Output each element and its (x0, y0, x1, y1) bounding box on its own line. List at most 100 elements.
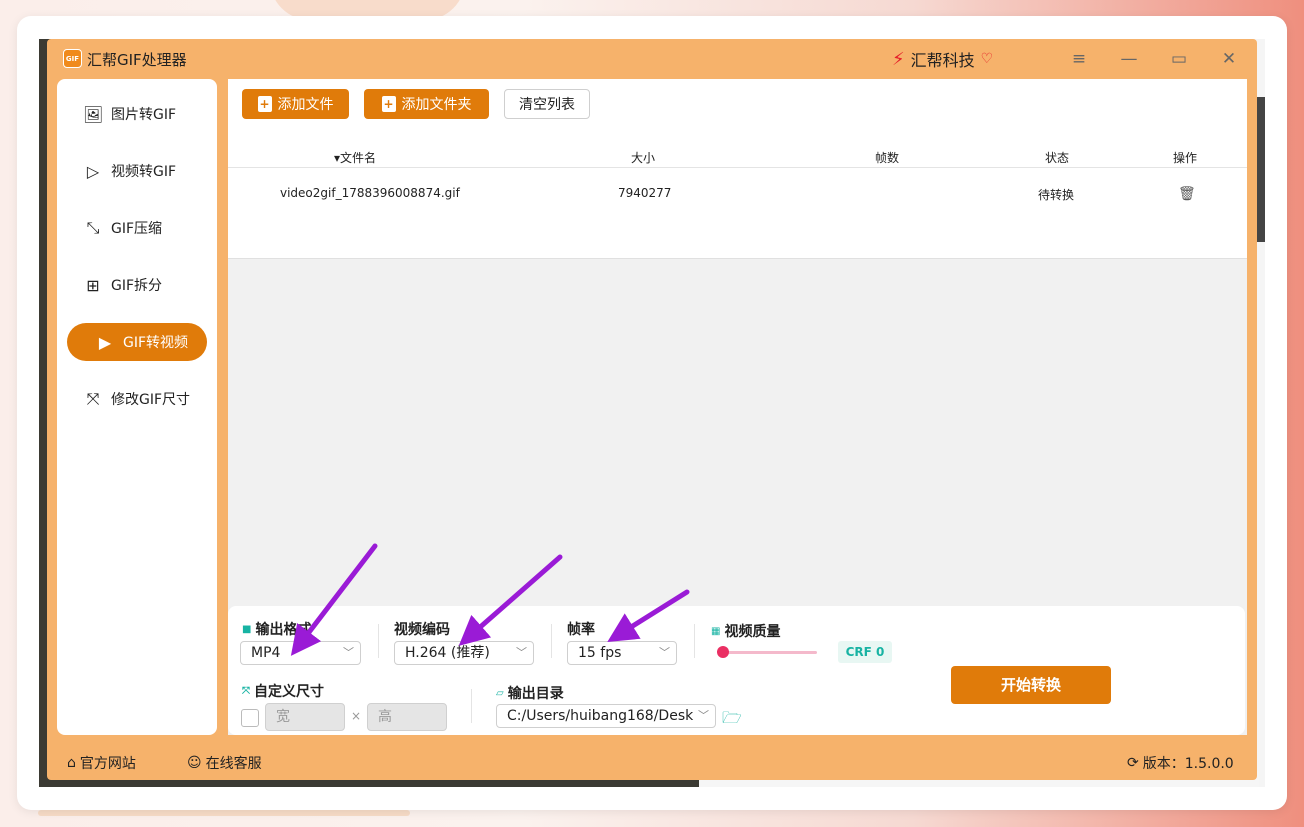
chevron-down-icon: ﹀ (516, 646, 527, 659)
header-divider (228, 167, 1247, 168)
column-header-status[interactable]: 状态 (1045, 149, 1069, 166)
quality-icon: ▦ (711, 625, 721, 637)
frame-rate-label: 帧率 (567, 622, 595, 638)
clear-list-button[interactable]: 清空列表 (504, 89, 590, 119)
sidebar: 🖼 图片转GIF ▷ 视频转GIF ⤡ GIF压缩 ⊞ GIF拆分 ▶ GIF转… (57, 79, 217, 735)
sidebar-item-label: GIF压缩 (111, 221, 163, 237)
support-link[interactable]: ☺ 在线客服 (187, 753, 262, 773)
settings-panel: ■ 输出格式 MP4 ﹀ 视频编码 H.264 (推荐) ﹀ 帧率 15 fps ﹀ ▦… (228, 606, 1245, 735)
website-link[interactable]: ⌂ 官方网站 (67, 753, 136, 773)
custom-size-checkbox[interactable] (241, 709, 259, 727)
brand-name: 汇帮科技 (910, 51, 975, 70)
chevron-down-icon: ﹀ (343, 646, 354, 659)
slider-knob[interactable] (717, 646, 729, 658)
sidebar-item-resize-gif[interactable]: ⤧ 修改GIF尺寸 (67, 380, 207, 418)
title-bar: GIF 汇帮GIF处理器 ⚡ 汇帮科技 ♡ ≡ — ▭ ✕ (47, 39, 1257, 79)
background-strip (38, 810, 410, 816)
brand-logo-icon: ⚡ (892, 48, 905, 70)
sidebar-item-gif-compress[interactable]: ⤡ GIF压缩 (67, 209, 207, 247)
crf-badge: CRF 0 (838, 641, 892, 663)
add-folder-label: 添加文件夹 (401, 97, 472, 113)
column-header-size[interactable]: 大小 (631, 149, 655, 166)
maximize-icon[interactable]: ▭ (1167, 47, 1191, 71)
frame-rate-select[interactable]: 15 fps ﹀ (567, 641, 677, 665)
home-icon: ⌂ (67, 755, 76, 771)
divider (378, 624, 379, 658)
folder-icon: ▱ (496, 687, 504, 699)
support-label: 在线客服 (205, 756, 262, 772)
clear-list-label: 清空列表 (519, 97, 575, 113)
camera-icon: ■ (242, 623, 252, 635)
label-text: 输出目录 (507, 686, 564, 702)
version-info[interactable]: ⟳ 版本：1.5.0.0 (1127, 753, 1234, 773)
add-folder-button[interactable]: + 添加文件夹 (364, 89, 489, 119)
add-file-label: 添加文件 (277, 97, 334, 113)
close-icon[interactable]: ✕ (1217, 47, 1241, 71)
sidebar-item-label: 修改GIF尺寸 (111, 392, 191, 408)
file-table: ▾文件名 大小 帧数 状态 操作 video2gif_1788396008874… (228, 129, 1247, 259)
select-value: 15 fps (578, 645, 622, 661)
toolbar: + 添加文件 + 添加文件夹 清空列表 (228, 79, 1247, 129)
video-quality-label: ▦ 视频质量 (711, 621, 780, 641)
add-folder-icon: + (381, 96, 396, 112)
app-logo-icon: GIF (63, 49, 82, 68)
output-format-select[interactable]: MP4 ﹀ (240, 641, 361, 665)
chevron-down-icon: ﹀ (698, 709, 709, 722)
height-input[interactable]: 高 (367, 703, 447, 731)
cell-status: 待转换 (1038, 188, 1075, 202)
output-dir-select[interactable]: C:/Users/huibang168/Desk ﹀ (496, 704, 716, 728)
sidebar-item-gif-split[interactable]: ⊞ GIF拆分 (67, 266, 207, 304)
footer: ⌂ 官方网站 ☺ 在线客服 ⟳ 版本：1.5.0.0 (47, 745, 1257, 780)
select-value: H.264 (推荐) (405, 645, 490, 661)
label-text: 输出格式 (255, 622, 312, 638)
width-input[interactable]: 宽 (265, 703, 345, 731)
divider (551, 624, 552, 658)
heart-icon[interactable]: ♡ (981, 51, 994, 67)
resize-icon: ⤧ (86, 389, 100, 408)
output-format-label: ■ 输出格式 (242, 619, 311, 639)
sidebar-item-image-to-gif[interactable]: 🖼 图片转GIF (67, 95, 207, 133)
compress-icon: ⤡ (86, 218, 100, 237)
output-dir-label: ▱ 输出目录 (496, 683, 564, 703)
divider (471, 689, 472, 723)
app-title: 汇帮GIF处理器 (87, 51, 187, 69)
cell-filename: video2gif_1788396008874.gif (280, 186, 460, 200)
quality-slider[interactable] (717, 646, 817, 658)
video-codec-select[interactable]: H.264 (推荐) ﹀ (394, 641, 534, 665)
select-value: MP4 (251, 645, 281, 661)
version-label: 版本：1.5.0.0 (1142, 756, 1234, 772)
sidebar-item-label: 视频转GIF (111, 164, 177, 180)
start-convert-button[interactable]: 开始转换 (951, 666, 1111, 704)
video-icon: ▶ (98, 332, 112, 352)
column-header-frames[interactable]: 帧数 (875, 149, 899, 166)
add-file-icon: + (257, 96, 272, 112)
sidebar-item-gif-to-video[interactable]: ▶ GIF转视频 (67, 323, 207, 361)
add-file-button[interactable]: + 添加文件 (242, 89, 349, 119)
image-icon: 🖼 (83, 104, 104, 124)
select-value: C:/Users/huibang168/Desk (507, 708, 694, 724)
website-label: 官方网站 (79, 756, 136, 772)
column-header-action: 操作 (1173, 151, 1198, 165)
open-folder-icon[interactable]: 🗁 (722, 707, 742, 734)
sidebar-item-label: GIF拆分 (111, 278, 163, 294)
headset-icon: ☺ (187, 755, 202, 771)
brand: ⚡ 汇帮科技 ♡ (892, 47, 993, 71)
sidebar-item-video-to-gif[interactable]: ▷ 视频转GIF (67, 152, 207, 190)
video-codec-label: 视频编码 (394, 622, 450, 638)
sidebar-item-label: 图片转GIF (111, 107, 177, 123)
play-icon: ▷ (86, 161, 100, 181)
sidebar-item-label: GIF转视频 (123, 335, 189, 351)
split-icon: ⊞ (86, 275, 100, 295)
minimize-icon[interactable]: — (1117, 47, 1141, 71)
column-header-filename[interactable]: ▾文件名 (334, 149, 376, 166)
label-text: 自定义尺寸 (254, 684, 324, 700)
cell-size: 7940277 (618, 186, 672, 200)
refresh-icon: ⟳ (1127, 755, 1139, 771)
trash-icon[interactable]: 🗑 (1178, 186, 1196, 202)
divider (694, 624, 695, 658)
custom-size-label: ⤧ 自定义尺寸 (242, 681, 324, 701)
menu-icon[interactable]: ≡ (1067, 47, 1091, 71)
label-text: 视频质量 (724, 624, 781, 640)
chevron-down-icon: ﹀ (659, 646, 670, 659)
times-sign: × (351, 709, 362, 723)
